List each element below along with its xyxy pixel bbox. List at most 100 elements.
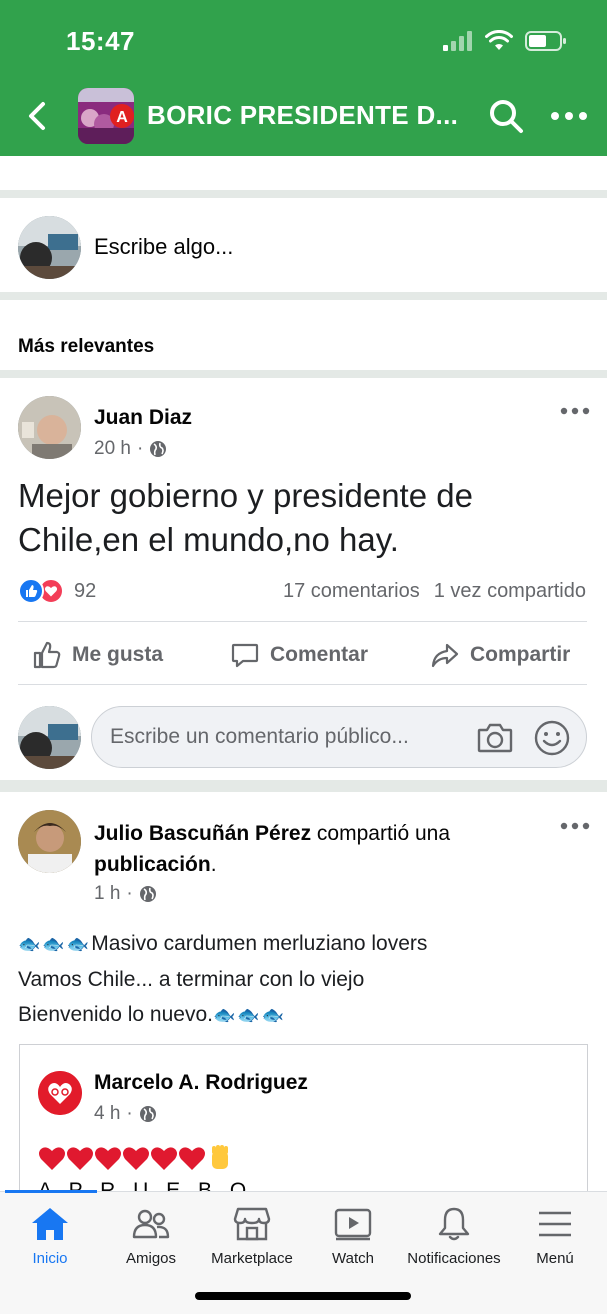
heart-emoji-icon [151,1147,177,1170]
share-count[interactable]: 1 vez compartido [434,580,586,603]
comment-label: Comentar [270,643,369,666]
avatar[interactable] [18,396,81,459]
tab-label: Marketplace [211,1250,293,1267]
tab-label: Notificaciones [407,1250,501,1267]
reaction-count: 92 [74,579,97,602]
post-options-icon[interactable] [560,406,590,416]
reaction-summary[interactable]: 92 [18,578,96,604]
tab-label: Watch [332,1250,374,1267]
shared-text: compartió una [316,822,450,845]
emoji-icon[interactable] [533,719,571,757]
tab-marketplace[interactable]: Marketplace [207,1206,297,1267]
divider [0,780,607,792]
active-tab-indicator [5,1190,97,1193]
divider [0,370,607,378]
avatar[interactable] [38,1071,82,1115]
share-label: Compartir [470,643,571,666]
tab-watch[interactable]: Watch [323,1206,383,1267]
post-line: Bienvenido lo nuevo.🐟 🐟 🐟 [18,997,593,1033]
feed-section-title[interactable]: Más relevantes [18,336,154,358]
heart-emoji-icon [179,1147,205,1170]
fish-emoji-icon: 🐟 [18,934,41,954]
post-line: Vamos Chile... a terminar con lo viejo [18,968,365,991]
divider [18,621,587,622]
tab-home[interactable]: Inicio [20,1206,80,1267]
home-indicator [195,1292,411,1300]
post-text: Mejor gobierno y presidente de Chile,en … [18,477,473,558]
home-icon [32,1208,68,1240]
post-action-bar: Me gusta Comentar Compartir [0,626,607,684]
author-avatar-image [18,810,81,873]
tab-notifications[interactable]: Notificaciones [403,1206,505,1267]
period: . [210,853,217,876]
heart-emoji-icon [123,1147,149,1170]
post-time: 20 h [94,438,131,459]
meta-separator: · [126,1103,133,1124]
composer-input[interactable]: Escribe algo... [94,234,233,260]
avatar[interactable] [18,810,81,873]
comment-input[interactable]: Escribe un comentario público... [91,706,587,768]
group-avatar[interactable]: A [78,88,134,144]
share-button[interactable]: Compartir [430,640,570,670]
tab-friends[interactable]: Amigos [120,1206,182,1267]
back-button[interactable] [24,100,52,132]
meta-separator: · [136,438,144,459]
share-header: Julio Bascuñán Pérez compartió una publi… [94,818,534,880]
globe-icon [139,886,156,902]
post-line-text: Masivo cardumen merluziano lovers [91,932,428,955]
post-meta: 4 h · [94,1103,157,1125]
comment-count[interactable]: 17 comentarios [283,580,420,603]
apruebo-logo-icon [38,1071,82,1115]
friends-icon [132,1209,170,1239]
post-line: 🐟 🐟 🐟Masivo cardumen merluziano lovers [18,926,593,962]
heart-emoji-icon [39,1147,65,1170]
post-text: 🐟 🐟 🐟Masivo cardumen merluziano lovers Vam… [18,926,593,1033]
watch-icon [334,1208,372,1241]
comment-icon [231,643,259,668]
status-time: 15:47 [66,26,135,56]
post-stats: 17 comentarios 1 vez compartido [283,580,586,603]
group-avatar-image: A [78,88,134,144]
post-composer[interactable]: Escribe algo... [0,198,607,292]
divider [0,292,607,300]
tab-menu[interactable]: Menú [530,1206,580,1267]
avatar [18,216,81,279]
meta-separator: · [126,883,133,904]
more-options-icon[interactable] [549,108,589,124]
tab-label: Menú [536,1250,574,1267]
user-avatar-image [18,216,81,279]
post-line-text: Bienvenido lo nuevo. [18,1003,213,1026]
post-author[interactable]: Julio Bascuñán Pérez [94,822,311,845]
avatar [18,706,81,769]
like-label: Me gusta [72,643,164,666]
globe-icon [150,441,167,457]
shared-object-link[interactable]: publicación [94,853,211,876]
svg-text:A: A [116,109,128,126]
author-avatar-image [18,396,81,459]
group-title[interactable]: BORIC PRESIDENTE D... [147,100,458,131]
fish-emoji-icon: 🐟 [261,1005,285,1025]
nav-row: A BORIC PRESIDENTE D... [0,86,607,146]
fish-emoji-icon: 🐟 [66,934,90,954]
fish-emoji-icon: 🐟 [237,1005,260,1025]
menu-icon [539,1211,571,1237]
signal-icon [443,31,472,51]
shared-post-author[interactable]: Marcelo A. Rodriguez [94,1071,308,1095]
app-header: 15:47 A BORIC PRESIDENTE D... [0,0,607,156]
post-time: 1 h [94,883,121,904]
like-reaction-icon [18,578,44,604]
search-icon[interactable] [488,98,524,134]
camera-icon[interactable] [476,719,514,757]
post-author[interactable]: Juan Diaz [94,406,192,430]
comment-placeholder: Escribe un comentario público... [110,725,409,748]
like-button[interactable]: Me gusta [32,640,163,670]
post-time: 4 h [94,1103,121,1124]
heart-emoji-icon [95,1147,121,1170]
globe-icon [139,1106,156,1122]
thumbs-up-icon [33,641,61,669]
fish-emoji-icon: 🐟 [212,1005,236,1025]
divider [0,190,607,198]
post-options-icon[interactable] [560,821,590,831]
comment-button[interactable]: Comentar [230,640,368,670]
heart-emoji-icon [67,1147,93,1170]
